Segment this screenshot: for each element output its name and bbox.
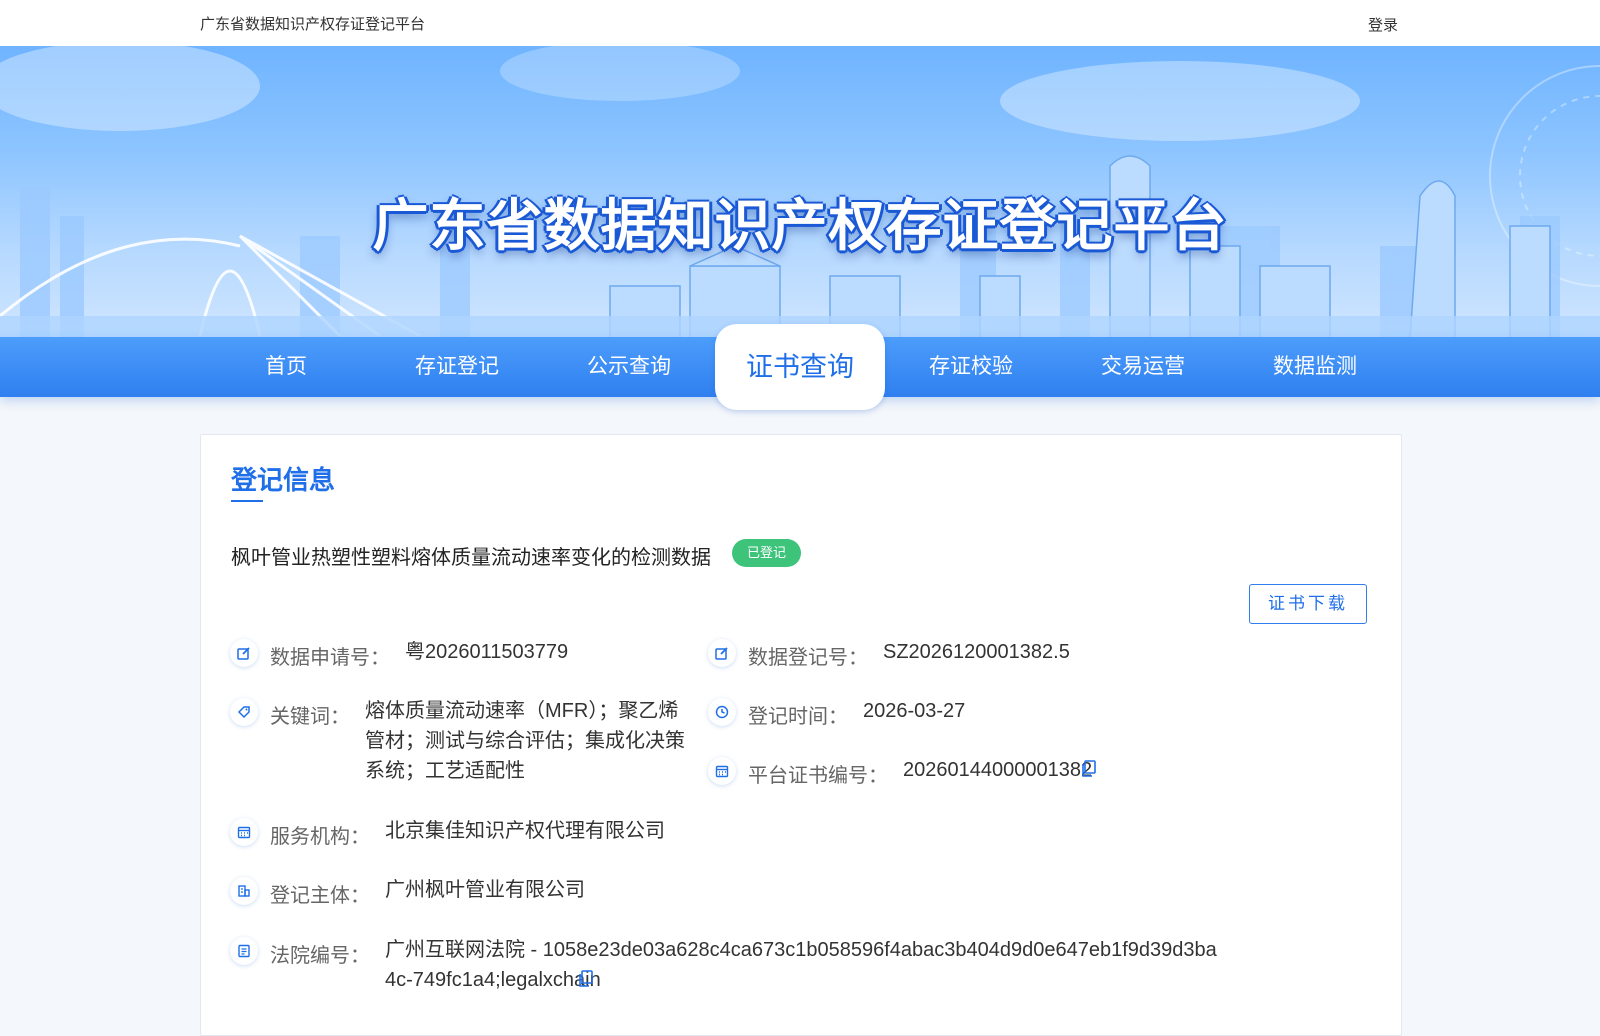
copy-icon[interactable] — [578, 970, 594, 988]
login-link[interactable]: 登录 — [1368, 14, 1398, 35]
keywords-value: 熔体质量流动速率（MFR）；聚乙烯管材；测试与综合评估；集成化决策系统；工艺适配… — [365, 700, 685, 782]
service-org-value: 北京集佳知识产权代理有限公司 — [385, 820, 665, 842]
section-title: 登记信息 — [231, 465, 336, 495]
nav-item-certificate-query[interactable]: 证书查询 — [715, 324, 885, 410]
certificate-no-label: 平台证书编号： — [748, 765, 888, 787]
registration-time-label: 登记时间： — [748, 706, 848, 728]
nav-item-public-query[interactable]: 公示查询 — [559, 337, 699, 397]
service-org-label: 服务机构： — [270, 826, 370, 848]
certificate-no-value: 20260144000001382 — [903, 759, 1093, 781]
nav-item-trade-operation[interactable]: 交易运营 — [1073, 337, 1213, 397]
registration-no-value: SZ2026120001382.5 — [883, 641, 1070, 663]
top-bar: 广东省数据知识产权存证登记平台 登录 — [0, 0, 1600, 47]
record-title: 枫叶管业热塑性塑料熔体质量流动速率变化的检测数据 — [231, 547, 711, 569]
copy-icon[interactable] — [1081, 760, 1097, 778]
status-badge: 已登记 — [732, 539, 802, 567]
application-no-value: 粤2026011503779 — [405, 641, 569, 663]
calendar-icon — [708, 757, 736, 785]
registrant-label: 登记主体： — [270, 885, 370, 907]
registrant-value: 广州枫叶管业有限公司 — [385, 879, 585, 901]
site-brand[interactable]: 广东省数据知识产权存证登记平台 — [200, 13, 425, 34]
document-icon — [230, 937, 258, 965]
nav-item-registration[interactable]: 存证登记 — [387, 337, 527, 397]
hero-banner: 广东省数据知识产权存证登记平台 — [0, 46, 1600, 338]
banner-title: 广东省数据知识产权存证登记平台 — [372, 194, 1228, 259]
section-underline — [231, 500, 263, 502]
registration-time-value: 2026-03-27 — [863, 700, 966, 722]
nav-item-home[interactable]: 首页 — [216, 337, 356, 397]
keywords-label: 关键词： — [270, 706, 350, 728]
application-no-label: 数据申请号： — [270, 647, 390, 669]
nav-item-verification[interactable]: 存证校验 — [901, 337, 1041, 397]
tag-icon — [230, 698, 258, 726]
certificate-download-button[interactable]: 证书下载 — [1249, 584, 1367, 624]
calendar-icon — [230, 818, 258, 846]
edit-icon — [708, 639, 736, 667]
clock-icon — [708, 698, 736, 726]
court-no-value: 广州互联网法院 - 1058e23de03a628c4ca673c1b05859… — [385, 939, 1217, 991]
nav-item-data-monitor[interactable]: 数据监测 — [1245, 337, 1385, 397]
building-icon — [230, 877, 258, 905]
registration-no-label: 数据登记号： — [748, 647, 868, 669]
court-no-label: 法院编号： — [270, 945, 370, 967]
edit-icon — [230, 639, 258, 667]
